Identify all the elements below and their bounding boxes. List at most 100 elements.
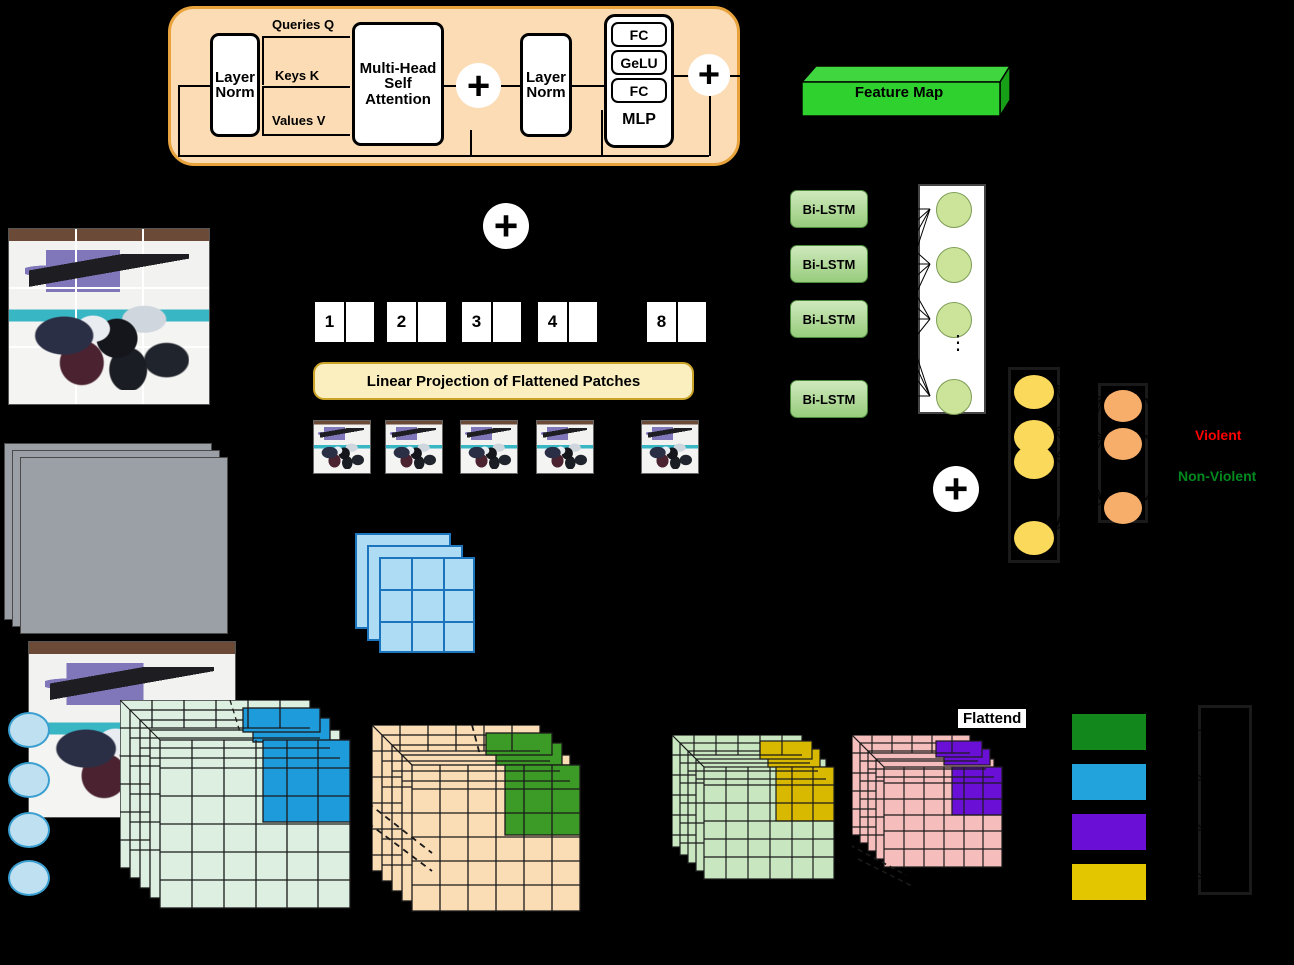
mlp-label: MLP bbox=[622, 111, 656, 128]
image-patch bbox=[460, 420, 518, 474]
patch-token: 2 bbox=[385, 300, 448, 344]
mlp-fc1-block: FC bbox=[611, 22, 667, 47]
patch-token: 8 bbox=[645, 300, 708, 344]
token-connector bbox=[329, 344, 331, 364]
keys-arrow-line bbox=[262, 86, 350, 88]
feature-bar-blue bbox=[1070, 762, 1148, 802]
bilstm-block[interactable]: Bi-LSTM bbox=[790, 380, 868, 418]
classifier-hidden-node bbox=[1014, 521, 1054, 555]
image-patch bbox=[641, 420, 699, 474]
dense-ellipsis-icon: ⋮ bbox=[948, 332, 968, 354]
feature-map-label: Feature Map bbox=[854, 84, 944, 101]
layer-norm-2-line2: Norm bbox=[526, 84, 566, 101]
conv-stack-4 bbox=[852, 735, 1003, 888]
patch-grid-line-h bbox=[9, 287, 209, 289]
patch-token-number: 3 bbox=[460, 300, 493, 344]
patch-token-slot bbox=[418, 300, 448, 344]
token-connector bbox=[401, 344, 403, 364]
video-frame-with-patch-grid bbox=[8, 228, 210, 405]
queries-arrow-riser bbox=[262, 36, 264, 85]
queries-label: Queries Q bbox=[272, 17, 335, 32]
bilstm-block[interactable]: Bi-LSTM bbox=[790, 300, 868, 338]
projection-connector bbox=[669, 400, 671, 420]
encoder-add-2-icon: + bbox=[688, 54, 730, 96]
layer-norm-2-line1: Layer bbox=[525, 68, 567, 86]
patch-token-slot bbox=[569, 300, 599, 344]
cnn-output-column bbox=[1198, 705, 1252, 895]
image-patch bbox=[313, 420, 371, 474]
mlp-gelu-block: GeLU bbox=[611, 50, 667, 75]
patch-token-number: 4 bbox=[536, 300, 569, 344]
conv-volume-grid-line-h bbox=[379, 589, 475, 591]
patch-token: 1 bbox=[313, 300, 376, 344]
token-connector bbox=[476, 344, 478, 364]
layer-norm-1-line2: Norm bbox=[215, 84, 255, 101]
mhsa-line2: Self bbox=[384, 75, 412, 93]
token-connector bbox=[552, 344, 554, 364]
cnn-output-node bbox=[8, 712, 50, 748]
encoder-ln2-to-mlp-line bbox=[572, 85, 604, 87]
classifier-connections bbox=[1055, 384, 1104, 531]
encoder-mlp-residual-up bbox=[709, 96, 711, 156]
conv-stack-2 bbox=[372, 725, 581, 912]
encoder-output-line bbox=[730, 75, 744, 77]
conv-stack-3 bbox=[672, 735, 835, 880]
patch-token: 3 bbox=[460, 300, 523, 344]
cnn-output-node bbox=[8, 762, 50, 798]
patch-token-number: 8 bbox=[645, 300, 678, 344]
layer-norm-2-block: Layer Norm bbox=[520, 33, 572, 137]
classifier-hidden-node bbox=[1014, 445, 1054, 479]
encoder-mlp-residual-line bbox=[601, 155, 709, 157]
queries-arrow-line bbox=[262, 36, 350, 38]
dense-node bbox=[936, 379, 972, 415]
patch-token-slot bbox=[346, 300, 376, 344]
classifier-output-node bbox=[1104, 390, 1142, 422]
encoder-add1-to-ln2-line bbox=[501, 85, 521, 87]
classifier-output-to-label-connections bbox=[1145, 397, 1194, 501]
dense-node bbox=[936, 192, 972, 228]
encoder-add-1-icon: + bbox=[456, 63, 501, 108]
positional-embedding-add-icon: + bbox=[483, 203, 529, 249]
feature-map-box: Feature Map bbox=[798, 58, 1020, 120]
projection-connector bbox=[340, 400, 342, 420]
image-patch bbox=[385, 420, 443, 474]
image-patch bbox=[536, 420, 594, 474]
token-connector bbox=[661, 344, 663, 364]
encoder-residual-left-line bbox=[178, 85, 180, 156]
linear-projection-block: Linear Projection of Flattened Patches bbox=[313, 362, 694, 400]
patch-token: 4 bbox=[536, 300, 599, 344]
patch-token-number: 1 bbox=[313, 300, 346, 344]
patch-grid-line-h bbox=[9, 346, 209, 348]
flatten-label: Flattend bbox=[958, 709, 1027, 728]
cnn-output-node bbox=[8, 860, 50, 896]
classifier-hidden-node bbox=[1014, 375, 1054, 409]
conv-volume-grid-line-v bbox=[443, 557, 445, 653]
mhsa-line3: Attention bbox=[365, 90, 431, 108]
keys-label: Keys K bbox=[275, 68, 320, 83]
multi-head-self-attention-block: Multi-Head Self Attention bbox=[352, 22, 444, 146]
mlp-block: FC GeLU FC MLP bbox=[604, 14, 674, 148]
values-arrow-riser bbox=[262, 86, 264, 134]
feature-bar-purple bbox=[1070, 812, 1148, 852]
encoder-residual-riser bbox=[470, 130, 472, 156]
projection-connector bbox=[412, 400, 414, 420]
bars-to-output-connections bbox=[1148, 729, 1205, 883]
feature-fusion-add-icon: + bbox=[933, 466, 979, 512]
conv-volume-grid-line-h bbox=[379, 621, 475, 623]
encoder-residual-bottom-line bbox=[178, 155, 658, 157]
feature-bar-yellow bbox=[1070, 862, 1148, 902]
mhsa-line1: Multi-Head bbox=[359, 59, 437, 77]
values-label: Values V bbox=[272, 113, 326, 128]
bilstm-block[interactable]: Bi-LSTM bbox=[790, 190, 868, 228]
layer-norm-1-block: Layer Norm bbox=[210, 33, 260, 137]
projection-connector bbox=[562, 400, 564, 420]
bilstm-block[interactable]: Bi-LSTM bbox=[790, 245, 868, 283]
feature-bar-green bbox=[1070, 712, 1148, 752]
patch-grid-line-v bbox=[75, 229, 77, 404]
patch-token-slot bbox=[493, 300, 523, 344]
class-label-non-violent: Non-Violent bbox=[1178, 468, 1257, 484]
class-label-violent: Violent bbox=[1195, 427, 1242, 443]
encoder-mlp-residual-riser bbox=[601, 110, 603, 156]
conv-volume-grid-line-v bbox=[411, 557, 413, 653]
video-frame-stack-back bbox=[20, 457, 228, 634]
